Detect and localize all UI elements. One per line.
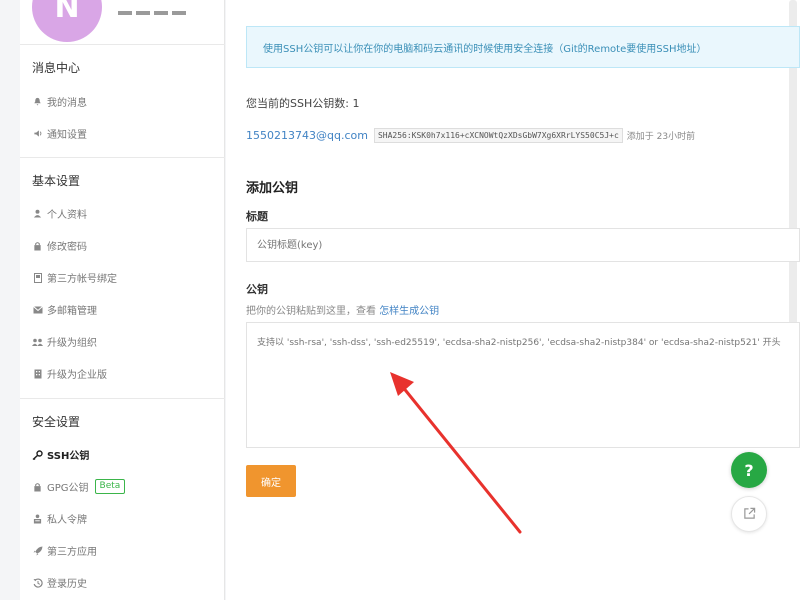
group-title: 基本设置 (32, 174, 81, 188)
confirm-button[interactable]: 确定 (246, 465, 296, 497)
sidebar-item-label: 第三方帐号绑定 (47, 274, 117, 285)
building-icon (32, 368, 43, 379)
ssh-key-fingerprint: SHA256:KSK0h7x116+cXCNOWtQzXDsGbW7Xg6XRr… (373, 128, 623, 143)
group-title: 消息中心 (32, 61, 81, 75)
settings-sidebar: N 消息中心 我的消息 通知设置 基本设置 个人资料 修改密码 第三方帐号绑定 (20, 0, 225, 600)
sidebar-item-ssh-key[interactable]: SSH公钥 (32, 447, 89, 462)
sidebar-item-third-party-binding[interactable]: 第三方帐号绑定 (32, 270, 117, 285)
sidebar-item-label: 通知设置 (47, 130, 87, 141)
bell-icon (32, 96, 43, 107)
sidebar-item-label: 升级为组织 (47, 338, 97, 349)
sidebar-item-label: 登录历史 (47, 579, 87, 590)
sidebar-group-messages: 消息中心 我的消息 通知设置 (20, 44, 225, 141)
sidebar-item-label: 第三方应用 (47, 547, 97, 558)
help-button[interactable]: ? (731, 452, 767, 488)
username-placeholder (118, 0, 208, 15)
sidebar-item-label: 我的消息 (47, 98, 87, 109)
beta-badge: Beta (94, 479, 126, 494)
bookmark-icon (32, 272, 43, 283)
share-button[interactable] (731, 496, 767, 532)
hint-text: 把你的公钥粘贴到这里，查看 (246, 306, 376, 317)
sidebar-item-label: SSH公钥 (47, 451, 90, 462)
sidebar-item-label: 个人资料 (47, 210, 87, 221)
red-arrow-annotation (390, 372, 522, 534)
group-icon (32, 336, 43, 347)
token-icon (32, 513, 43, 524)
avatar[interactable]: N (32, 0, 102, 42)
how-to-generate-link[interactable]: 怎样生成公钥 (379, 306, 439, 317)
ssh-key-row: 1550213743@qq.com SHA256:KSK0h7x116+cXCN… (246, 128, 695, 143)
external-link-icon (743, 505, 756, 524)
speaker-icon (32, 128, 43, 139)
key-title-input[interactable] (246, 228, 800, 262)
user-icon (32, 208, 43, 219)
group-title: 安全设置 (32, 415, 81, 429)
sidebar-item-label: 修改密码 (47, 242, 87, 253)
sidebar-item-label: 升级为企业版 (47, 370, 107, 381)
key-icon (32, 449, 43, 460)
sidebar-item-upgrade-enterprise[interactable]: 升级为企业版 (32, 366, 107, 381)
sidebar-group-basic: 基本设置 个人资料 修改密码 第三方帐号绑定 多邮箱管理 升级为组织 升级为企业… (20, 157, 225, 381)
sidebar-item-upgrade-org[interactable]: 升级为组织 (32, 334, 97, 349)
sidebar-item-private-token[interactable]: 私人令牌 (32, 511, 87, 526)
sidebar-item-profile[interactable]: 个人资料 (32, 206, 87, 221)
ssh-key-count: 您当前的SSH公钥数: 1 (246, 97, 360, 110)
sidebar-item-gpg-key[interactable]: GPG公钥 Beta (32, 479, 126, 494)
sidebar-group-security: 安全设置 SSH公钥 GPG公钥 Beta 私人令牌 第三方应用 登录历史 (20, 398, 225, 590)
sidebar-item-my-messages[interactable]: 我的消息 (32, 94, 87, 109)
ssh-key-added-time: 添加于 23小时前 (626, 132, 696, 142)
sidebar-item-third-party-apps[interactable]: 第三方应用 (32, 543, 97, 558)
sidebar-item-notification-settings[interactable]: 通知设置 (32, 126, 87, 141)
rocket-icon (32, 545, 43, 556)
info-text: 使用SSH公钥可以让你在你的电脑和码云通讯的时候使用安全连接（Git的Remot… (263, 44, 707, 55)
add-key-heading: 添加公钥 (246, 181, 299, 196)
sidebar-item-label: 多邮箱管理 (47, 306, 97, 317)
lock-icon (32, 240, 43, 251)
title-label: 标题 (246, 210, 268, 223)
lock-icon (32, 481, 43, 492)
sidebar-item-label: 私人令牌 (47, 515, 87, 526)
sidebar-item-login-history[interactable]: 登录历史 (32, 575, 87, 590)
history-icon (32, 577, 43, 588)
key-hint: 把你的公钥粘贴到这里，查看 怎样生成公钥 (246, 302, 439, 317)
ssh-key-email-link[interactable]: 1550213743@qq.com (246, 129, 368, 142)
sidebar-item-change-password[interactable]: 修改密码 (32, 238, 87, 253)
ssh-info-banner: 使用SSH公钥可以让你在你的电脑和码云通讯的时候使用安全连接（Git的Remot… (246, 26, 800, 68)
sidebar-item-multi-email[interactable]: 多邮箱管理 (32, 302, 97, 317)
mail-icon (32, 304, 43, 315)
sidebar-item-label: GPG公钥 (47, 483, 89, 494)
key-label: 公钥 (246, 283, 268, 296)
